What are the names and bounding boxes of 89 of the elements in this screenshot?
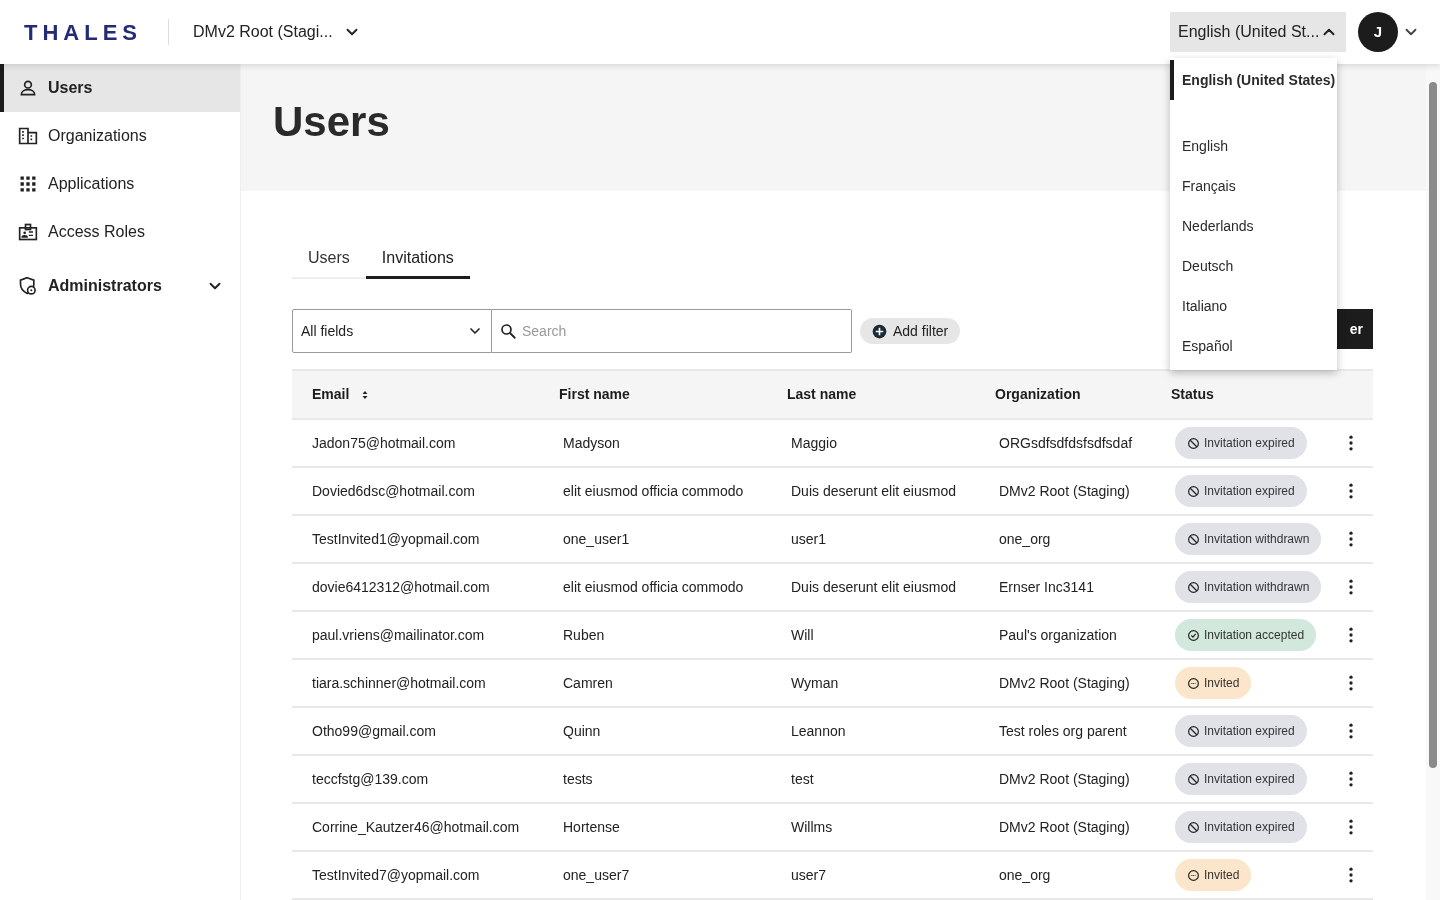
ban-icon bbox=[1187, 436, 1200, 450]
table-cell: Paul's organization bbox=[999, 626, 1117, 643]
table-cell: ORGsdfsdfdsfsdfsdaf bbox=[999, 434, 1133, 451]
ban-icon bbox=[1187, 820, 1200, 834]
table-cell: elit eiusmod officia commodo bbox=[563, 482, 744, 499]
table-cell: DMv2 Root (Staging) bbox=[999, 770, 1130, 787]
tab[interactable]: Users bbox=[292, 239, 366, 279]
ellipsis-circle-icon bbox=[1187, 868, 1200, 882]
tab[interactable]: Invitations bbox=[365, 239, 470, 279]
table-cell: Willms bbox=[791, 818, 833, 835]
language-option[interactable]: Français bbox=[1170, 166, 1337, 206]
person-icon bbox=[18, 78, 38, 98]
table-cell: Duis deserunt elit eiusmod bbox=[791, 482, 956, 499]
table-cell: paul.vriens@mailinator.com bbox=[312, 626, 485, 643]
table-cell: one_user7 bbox=[563, 866, 630, 883]
ban-icon bbox=[1187, 484, 1200, 498]
status-chip: Invited bbox=[1175, 667, 1252, 699]
table-cell: one_user1 bbox=[563, 530, 630, 547]
shield-icon bbox=[18, 276, 38, 296]
status-chip: Invitation accepted bbox=[1175, 619, 1317, 651]
language-option[interactable]: Nederlands bbox=[1170, 206, 1337, 246]
check-circle-icon bbox=[1187, 628, 1200, 642]
table-cell: Dovied6dsc@hotmail.com bbox=[312, 482, 475, 499]
table-cell: test bbox=[791, 770, 814, 787]
user-avatar[interactable]: J bbox=[1358, 12, 1398, 52]
table-cell: user7 bbox=[791, 866, 827, 883]
column-header: Organization bbox=[995, 385, 1081, 404]
language-option[interactable]: Deutsch bbox=[1170, 246, 1337, 286]
id-badge-icon bbox=[18, 222, 38, 242]
ban-icon bbox=[1187, 580, 1200, 594]
status-chip: Invitation withdrawn bbox=[1175, 571, 1322, 603]
column-header: Last name bbox=[787, 385, 857, 404]
table-cell: Duis deserunt elit eiusmod bbox=[791, 578, 956, 595]
table-cell: Leannon bbox=[791, 722, 846, 739]
company-logo: THALES bbox=[24, 18, 142, 47]
table-cell: teccfstg@139.com bbox=[312, 770, 429, 787]
table-cell: tiara.schinner@hotmail.com bbox=[312, 674, 486, 691]
table-cell: dovie6412312@hotmail.com bbox=[312, 578, 490, 595]
add-filter-button[interactable]: Add filter bbox=[860, 318, 961, 344]
table-cell: Ernser Inc3141 bbox=[999, 578, 1094, 595]
language-selector[interactable]: English (United St... bbox=[1170, 12, 1346, 52]
ban-icon bbox=[1187, 772, 1200, 786]
column-header[interactable]: Email bbox=[312, 384, 350, 405]
table-cell: DMv2 Root (Staging) bbox=[999, 482, 1130, 499]
table-cell: Ruben bbox=[563, 626, 605, 643]
sidebar-item[interactable]: Users bbox=[0, 64, 240, 112]
table-cell: one_org bbox=[999, 530, 1051, 547]
table-cell: Camren bbox=[563, 674, 613, 691]
language-option[interactable]: English bbox=[1170, 126, 1337, 166]
table-cell: tests bbox=[563, 770, 593, 787]
status-chip: Invitation expired bbox=[1175, 475, 1307, 507]
column-header: Status bbox=[1171, 385, 1214, 404]
table-cell: Corrine_Kautzer46@hotmail.com bbox=[312, 818, 520, 835]
table-cell: Maggio bbox=[791, 434, 837, 451]
table-cell: DMv2 Root (Staging) bbox=[999, 818, 1130, 835]
status-chip: Invited bbox=[1175, 859, 1252, 891]
ban-icon bbox=[1187, 724, 1200, 738]
table-cell: Madyson bbox=[563, 434, 620, 451]
search-icon bbox=[499, 322, 517, 340]
plus-circle-icon bbox=[872, 323, 887, 339]
grid-icon bbox=[18, 174, 38, 194]
table-cell: Will bbox=[791, 626, 814, 643]
table-cell: Test roles org parent bbox=[999, 722, 1127, 739]
table-cell: elit eiusmod officia commodo bbox=[563, 578, 744, 595]
table-cell: Otho99@gmail.com bbox=[312, 722, 436, 739]
status-chip: Invitation expired bbox=[1175, 811, 1307, 843]
table-cell: user1 bbox=[791, 530, 827, 547]
tenant-selector[interactable]: DMv2 Root (Stagi... bbox=[193, 20, 361, 44]
table-cell: Wyman bbox=[791, 674, 839, 691]
scrollbar[interactable] bbox=[1426, 64, 1440, 900]
ban-icon bbox=[1187, 532, 1200, 546]
language-option[interactable]: English (United States) bbox=[1170, 60, 1337, 100]
building-icon bbox=[18, 126, 38, 146]
table-cell: TestInvited7@yopmail.com bbox=[312, 866, 480, 883]
table-cell: Quinn bbox=[563, 722, 601, 739]
status-chip: Invitation expired bbox=[1175, 763, 1307, 795]
ellipsis-circle-icon bbox=[1187, 676, 1200, 690]
table-cell: TestInvited1@yopmail.com bbox=[312, 530, 480, 547]
column-header: First name bbox=[559, 385, 630, 404]
table-cell: Jadon75@hotmail.com bbox=[312, 434, 456, 451]
table-cell: one_org bbox=[999, 866, 1051, 883]
status-chip: Invitation withdrawn bbox=[1175, 523, 1322, 555]
search-field[interactable]: Search bbox=[492, 309, 852, 353]
field-select[interactable]: All fields bbox=[292, 309, 492, 353]
page-title: Users bbox=[273, 97, 390, 147]
status-chip: Invitation expired bbox=[1175, 427, 1307, 459]
status-chip: Invitation expired bbox=[1175, 715, 1307, 747]
table-cell: Hortense bbox=[563, 818, 620, 835]
table-cell: DMv2 Root (Staging) bbox=[999, 674, 1130, 691]
